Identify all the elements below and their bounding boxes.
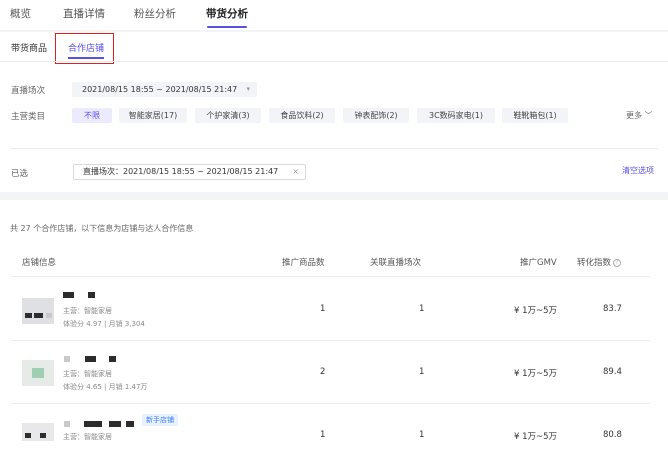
category-label: 主营类目 bbox=[11, 112, 46, 122]
conversion-index: 89.4 bbox=[603, 367, 622, 377]
category-all[interactable]: 不限 bbox=[72, 108, 112, 123]
category-shoes-bags[interactable]: 鞋靴箱包(1) bbox=[502, 108, 568, 123]
subtab-products[interactable]: 带货商品 bbox=[11, 41, 47, 54]
redacted-store-name bbox=[64, 421, 70, 427]
redacted-store-name bbox=[109, 421, 121, 427]
conversion-index: 80.8 bbox=[603, 430, 622, 440]
conversion-index: 83.7 bbox=[603, 304, 622, 314]
gmv-value: ¥ 1万~5万 bbox=[514, 306, 558, 316]
redacted-store-name bbox=[63, 292, 74, 298]
redacted-block bbox=[34, 313, 43, 318]
tab-sales-analysis[interactable]: 带货分析 bbox=[206, 6, 248, 21]
redacted-block bbox=[32, 368, 44, 378]
session-label: 直播场次 bbox=[11, 86, 46, 96]
product-count: 2 bbox=[320, 367, 326, 377]
category-watches[interactable]: 钟表配饰(2) bbox=[343, 108, 409, 123]
product-count: 1 bbox=[320, 430, 326, 440]
redacted-store-name bbox=[109, 356, 116, 362]
help-icon[interactable]: ? bbox=[613, 258, 622, 267]
row-divider bbox=[10, 340, 650, 341]
divider bbox=[10, 148, 658, 149]
redacted-block bbox=[46, 313, 52, 318]
col-conversion-index-label: 转化指数 bbox=[577, 258, 612, 268]
redacted-block bbox=[40, 433, 46, 438]
redacted-store-name bbox=[126, 421, 134, 427]
session-value: 2021/08/15 18:55 ~ 2021/08/15 21:47 bbox=[82, 85, 238, 94]
new-store-badge: 新手店铺 bbox=[142, 414, 178, 426]
top-nav: 概览 直播详情 粉丝分析 带货分析 bbox=[0, 0, 668, 30]
store-main-category: 主营：智能家居 bbox=[63, 433, 112, 441]
gmv-value: ¥ 1万~5万 bbox=[514, 369, 558, 379]
category-3c[interactable]: 3C数码家电(1) bbox=[417, 108, 495, 123]
highlight-box bbox=[55, 33, 114, 64]
selected-chip[interactable]: 直播场次：2021/08/15 18:55 ~ 2021/08/15 21:47… bbox=[73, 164, 306, 180]
chevron-down-icon: ﹀ bbox=[644, 111, 653, 120]
redacted-store-name bbox=[64, 356, 70, 362]
store-main-category: 主营：智能家居 bbox=[63, 370, 112, 378]
store-logo bbox=[22, 298, 54, 324]
product-count: 1 bbox=[320, 304, 326, 314]
col-gmv[interactable]: 推广GMV bbox=[520, 256, 557, 268]
store-main-category: 主营：智能家居 bbox=[63, 307, 112, 315]
gmv-value: ¥ 1万~5万 bbox=[514, 432, 558, 442]
redacted-block bbox=[25, 313, 32, 318]
store-logo bbox=[22, 423, 54, 441]
session-count: 1 bbox=[419, 304, 425, 314]
session-count: 1 bbox=[419, 430, 425, 440]
col-product-count[interactable]: 推广商品数 bbox=[282, 256, 325, 268]
tab-fan-analysis[interactable]: 粉丝分析 bbox=[134, 6, 176, 21]
selected-chip-text: 直播场次：2021/08/15 18:55 ~ 2021/08/15 21:47 bbox=[83, 167, 279, 176]
redacted-store-name bbox=[88, 292, 95, 298]
redacted-store-name bbox=[85, 356, 96, 362]
store-stats: 体验分 4.65 | 月销 1.47万 bbox=[63, 383, 148, 391]
close-icon[interactable]: × bbox=[292, 165, 299, 179]
row-divider bbox=[10, 403, 650, 404]
redacted-block bbox=[25, 433, 31, 438]
col-store-info: 店铺信息 bbox=[22, 258, 57, 268]
chevron-down-icon: ▾ bbox=[246, 85, 250, 93]
store-stats: 体验分 4.97 | 月销 3,304 bbox=[63, 320, 145, 328]
session-select[interactable]: 2021/08/15 18:55 ~ 2021/08/15 21:47 ▾ bbox=[72, 82, 257, 97]
session-count: 1 bbox=[419, 367, 425, 377]
more-label: 更多 bbox=[626, 111, 642, 120]
divider bbox=[0, 61, 668, 62]
store-count-summary: 共 27 个合作店铺，以下信息为店铺与达人合作信息 bbox=[10, 224, 194, 233]
redacted-store-name bbox=[84, 421, 102, 427]
active-tab-underline bbox=[207, 26, 247, 28]
tab-overview[interactable]: 概览 bbox=[10, 6, 31, 21]
tab-live-detail[interactable]: 直播详情 bbox=[63, 6, 105, 21]
col-conversion-index[interactable]: 转化指数? bbox=[577, 256, 622, 268]
category-smart-home[interactable]: 智能家居(17) bbox=[119, 108, 187, 123]
category-food[interactable]: 食品饮料(2) bbox=[269, 108, 335, 123]
selected-label: 已选 bbox=[11, 169, 29, 179]
more-button[interactable]: 更多 ﹀ bbox=[626, 110, 653, 121]
col-live-sessions[interactable]: 关联直播场次 bbox=[370, 256, 421, 268]
category-personal-care[interactable]: 个护家清(3) bbox=[195, 108, 261, 123]
clear-selection-link[interactable]: 清空选项 bbox=[622, 165, 654, 176]
header-divider bbox=[10, 276, 650, 277]
